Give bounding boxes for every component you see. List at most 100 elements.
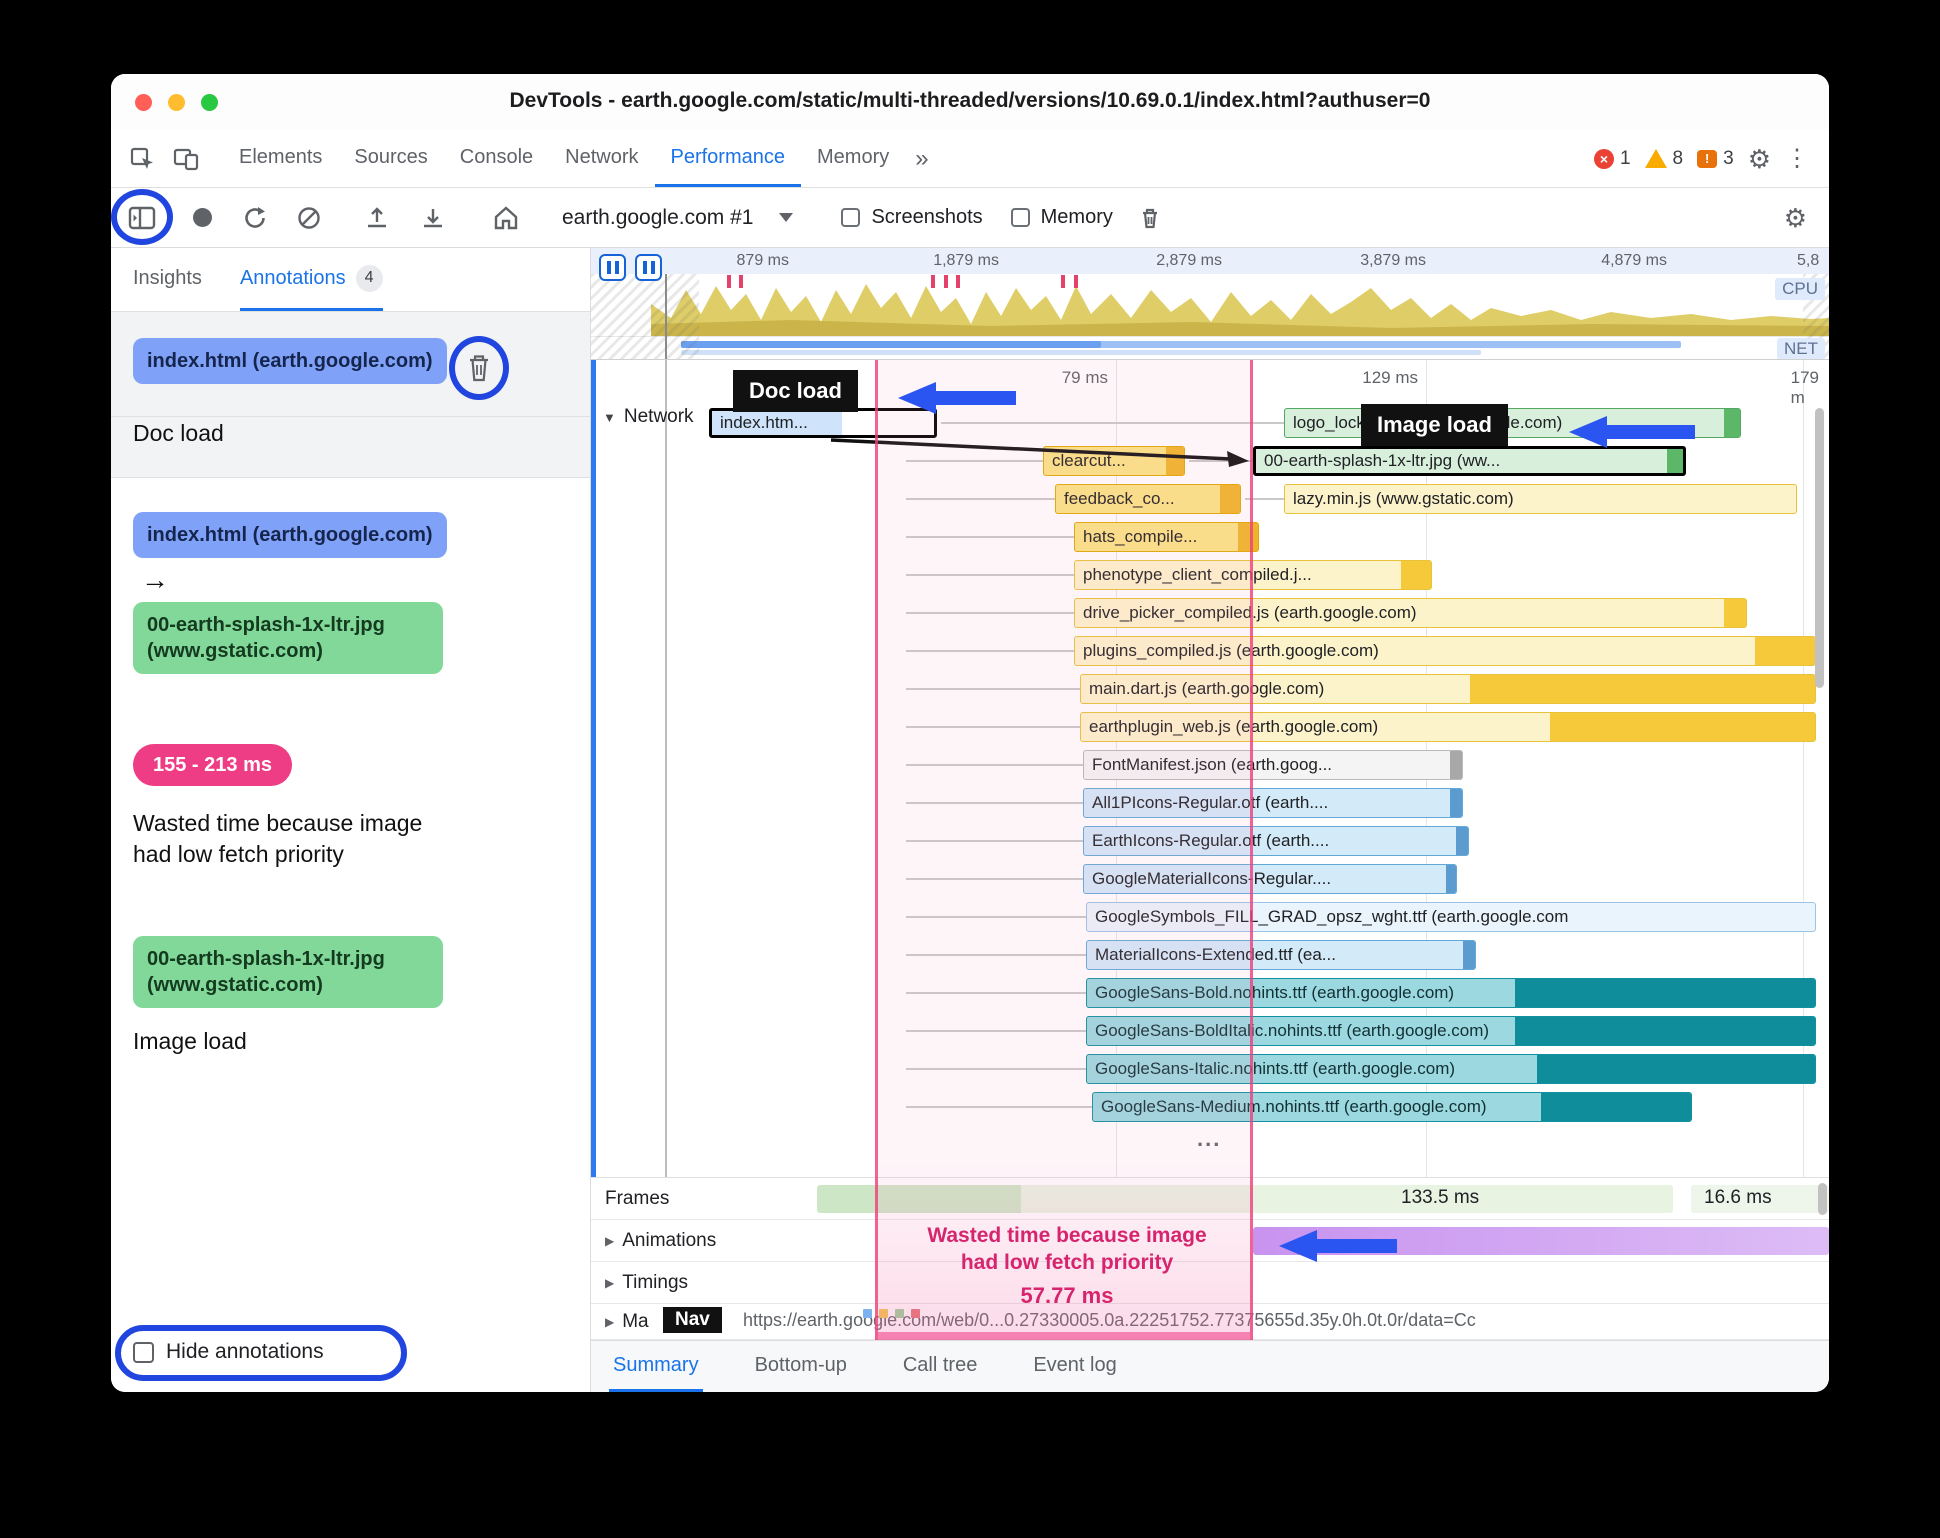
annotation-label-wasted-time[interactable]: Wasted time because image had low fetch … — [133, 808, 463, 870]
collect-garbage-icon[interactable] — [1137, 205, 1163, 231]
network-request-bar[interactable]: earthplugin_web.js (earth.google.com) — [1080, 712, 1816, 742]
tracks-scrollbar[interactable] — [1818, 1183, 1827, 1215]
doc-load-annotation-label[interactable]: Doc load — [733, 370, 858, 412]
annotation-pill-link-to[interactable]: 00-earth-splash-1x-ltr.jpg (www.gstatic.… — [133, 602, 443, 674]
network-request-bar[interactable]: FontManifest.json (earth.goog... — [1083, 750, 1463, 780]
hide-annotations-label: Hide annotations — [166, 1340, 324, 1363]
tab-network[interactable]: Network — [549, 130, 654, 187]
screenshots-toggle[interactable]: Screenshots — [841, 206, 983, 229]
delete-annotation-button[interactable] — [448, 336, 509, 400]
nav-url-text: https://earth.google.com/web/0...0.27330… — [743, 1310, 1476, 1330]
tab-insights[interactable]: Insights — [133, 248, 202, 311]
minimap-selection-edge[interactable] — [665, 274, 667, 359]
hide-annotations-checkbox[interactable] — [133, 1341, 154, 1363]
network-track-header[interactable]: ▼ Network — [603, 406, 694, 428]
network-request-bar[interactable]: clearcut... — [1043, 446, 1185, 476]
record-button[interactable] — [193, 208, 212, 227]
network-request-bar[interactable]: GoogleMaterialIcons-Regular.... — [1083, 864, 1457, 894]
annotation-card-time-range[interactable]: 155 - 213 ms Wasted time because image h… — [111, 700, 590, 896]
timings-track[interactable]: ▶ Timings — [591, 1262, 1829, 1304]
network-request-bar[interactable]: 00-earth-splash-1x-ltr.jpg (ww... — [1253, 446, 1686, 476]
main-thread-track[interactable]: ▶ Ma Nav https://earth.google.com/web/0.… — [591, 1304, 1829, 1340]
network-request-bar[interactable]: GoogleSans-BoldItalic.nohints.ttf (earth… — [1086, 1016, 1816, 1046]
expand-triangle-icon[interactable]: ▶ — [605, 1234, 614, 1248]
network-request-bar[interactable]: MaterialIcons-Extended.ttf (ea... — [1086, 940, 1476, 970]
network-request-bar[interactable]: GoogleSans-Italic.nohints.ttf (earth.goo… — [1086, 1054, 1816, 1084]
warning-badge[interactable]: 8 — [1644, 148, 1683, 170]
network-request-bar[interactable]: All1PIcons-Regular.otf (earth.... — [1083, 788, 1463, 818]
tab-elements[interactable]: Elements — [223, 130, 338, 187]
history-selector-value: earth.google.com #1 — [562, 205, 754, 229]
network-request-bar[interactable]: drive_picker_compiled.js (earth.google.c… — [1074, 598, 1747, 628]
network-request-bar[interactable]: feedback_co... — [1055, 484, 1241, 514]
history-selector[interactable]: earth.google.com #1 — [562, 205, 794, 230]
expand-triangle-icon[interactable]: ▶ — [605, 1315, 614, 1329]
issues-badge[interactable]: ! 3 — [1697, 148, 1734, 170]
minimap-cpu-chart — [591, 274, 1829, 336]
network-request-bar[interactable]: hats_compile... — [1074, 522, 1259, 552]
tab-memory[interactable]: Memory — [801, 130, 905, 187]
annotation-pill-index-html[interactable]: index.html (earth.google.com) — [133, 338, 447, 384]
memory-checkbox[interactable] — [1010, 208, 1030, 227]
minimap-pause-marker[interactable] — [599, 254, 626, 281]
tab-bottom-up-label: Bottom-up — [754, 1353, 847, 1376]
request-label: All1PIcons-Regular.otf (earth.... — [1092, 793, 1329, 812]
network-request-bar[interactable]: GoogleSymbols_FILL_GRAD_opsz_wght.ttf (e… — [1086, 902, 1816, 932]
tab-console[interactable]: Console — [444, 130, 549, 187]
waterfall-scrollbar[interactable] — [1815, 408, 1824, 688]
network-waterfall[interactable]: 79 ms 129 ms 179 m ▼ Network index.htm..… — [591, 360, 1829, 1178]
more-tabs-icon[interactable]: » — [905, 130, 938, 187]
tab-call-tree[interactable]: Call tree — [899, 1341, 981, 1392]
tab-sources[interactable]: Sources — [338, 130, 443, 187]
reload-and-record-button[interactable] — [242, 205, 268, 231]
kebab-menu-icon[interactable]: ⋮ — [1785, 146, 1809, 171]
expand-triangle-icon[interactable]: ▶ — [605, 1276, 614, 1290]
inspect-element-icon[interactable] — [129, 146, 155, 172]
frame-bar[interactable] — [817, 1185, 1673, 1213]
network-track-overflow[interactable]: ... — [1197, 1126, 1221, 1152]
trace-fragment — [895, 1309, 904, 1318]
settings-gear-icon[interactable]: ⚙ — [1748, 146, 1771, 172]
network-request-bar[interactable]: EarthIcons-Regular.otf (earth.... — [1083, 826, 1469, 856]
annotation-card-image-load[interactable]: 00-earth-splash-1x-ltr.jpg (www.gstatic.… — [111, 896, 590, 1081]
screenshots-checkbox[interactable] — [841, 208, 861, 227]
clear-recording-button[interactable] — [296, 205, 322, 231]
download-profile-icon[interactable] — [420, 205, 446, 231]
annotation-card-link[interactable]: index.html (earth.google.com) → 00-earth… — [111, 478, 590, 700]
tab-annotations[interactable]: Annotations 4 — [239, 248, 383, 311]
animations-track[interactable]: ▶ Animations — [591, 1220, 1829, 1262]
tab-bottom-up[interactable]: Bottom-up — [751, 1341, 851, 1392]
annotation-card-doc-load[interactable]: index.html (earth.google.com) — [111, 312, 590, 417]
annotation-pill-link-from[interactable]: index.html (earth.google.com) — [133, 512, 447, 558]
frames-track[interactable]: Frames 133.5 ms 16.6 ms — [591, 1178, 1829, 1220]
hide-annotations-row[interactable]: Hide annotations — [115, 1325, 407, 1381]
network-request-bar[interactable]: GoogleSans-Bold.nohints.ttf (earth.googl… — [1086, 978, 1816, 1008]
net-label: NET — [1777, 338, 1825, 359]
network-request-bar[interactable]: GoogleSans-Medium.nohints.ttf (earth.goo… — [1092, 1092, 1692, 1122]
minimap-pause-marker[interactable] — [635, 254, 662, 281]
tab-summary[interactable]: Summary — [609, 1341, 703, 1392]
error-badge[interactable]: × 1 — [1593, 148, 1631, 170]
network-request-bar[interactable]: phenotype_client_compiled.j... — [1074, 560, 1432, 590]
collapse-triangle-icon[interactable]: ▼ — [603, 410, 616, 425]
capture-settings-gear-icon[interactable]: ⚙ — [1784, 205, 1807, 231]
image-load-annotation-label[interactable]: Image load — [1361, 404, 1508, 446]
toggle-sidebar-button[interactable] — [111, 188, 173, 245]
timeline-minimap[interactable]: 879 ms 1,879 ms 2,879 ms 3,879 ms 4,879 … — [591, 248, 1829, 360]
memory-toggle[interactable]: Memory — [1010, 206, 1113, 229]
network-request-bar[interactable]: main.dart.js (earth.google.com) — [1080, 674, 1816, 704]
tab-event-log[interactable]: Event log — [1029, 1341, 1120, 1392]
device-toolbar-icon[interactable] — [173, 146, 201, 172]
upload-profile-icon[interactable] — [364, 205, 390, 231]
network-request-bar[interactable]: lazy.min.js (www.gstatic.com) — [1284, 484, 1797, 514]
request-whisker — [906, 954, 1086, 956]
tab-performance[interactable]: Performance — [654, 130, 801, 187]
request-label: GoogleSymbols_FILL_GRAD_opsz_wght.ttf (e… — [1095, 907, 1569, 926]
nav-annotation-label[interactable]: Nav — [663, 1307, 722, 1333]
annotation-pill-image[interactable]: 00-earth-splash-1x-ltr.jpg (www.gstatic.… — [133, 936, 443, 1008]
network-request-bar[interactable]: plugins_compiled.js (earth.google.com) — [1074, 636, 1816, 666]
annotation-label-image-load[interactable]: Image load — [133, 1028, 568, 1055]
annotation-label-doc-load[interactable]: Doc load — [133, 416, 568, 447]
annotation-pill-time-range[interactable]: 155 - 213 ms — [133, 744, 292, 786]
home-icon[interactable] — [492, 205, 520, 231]
